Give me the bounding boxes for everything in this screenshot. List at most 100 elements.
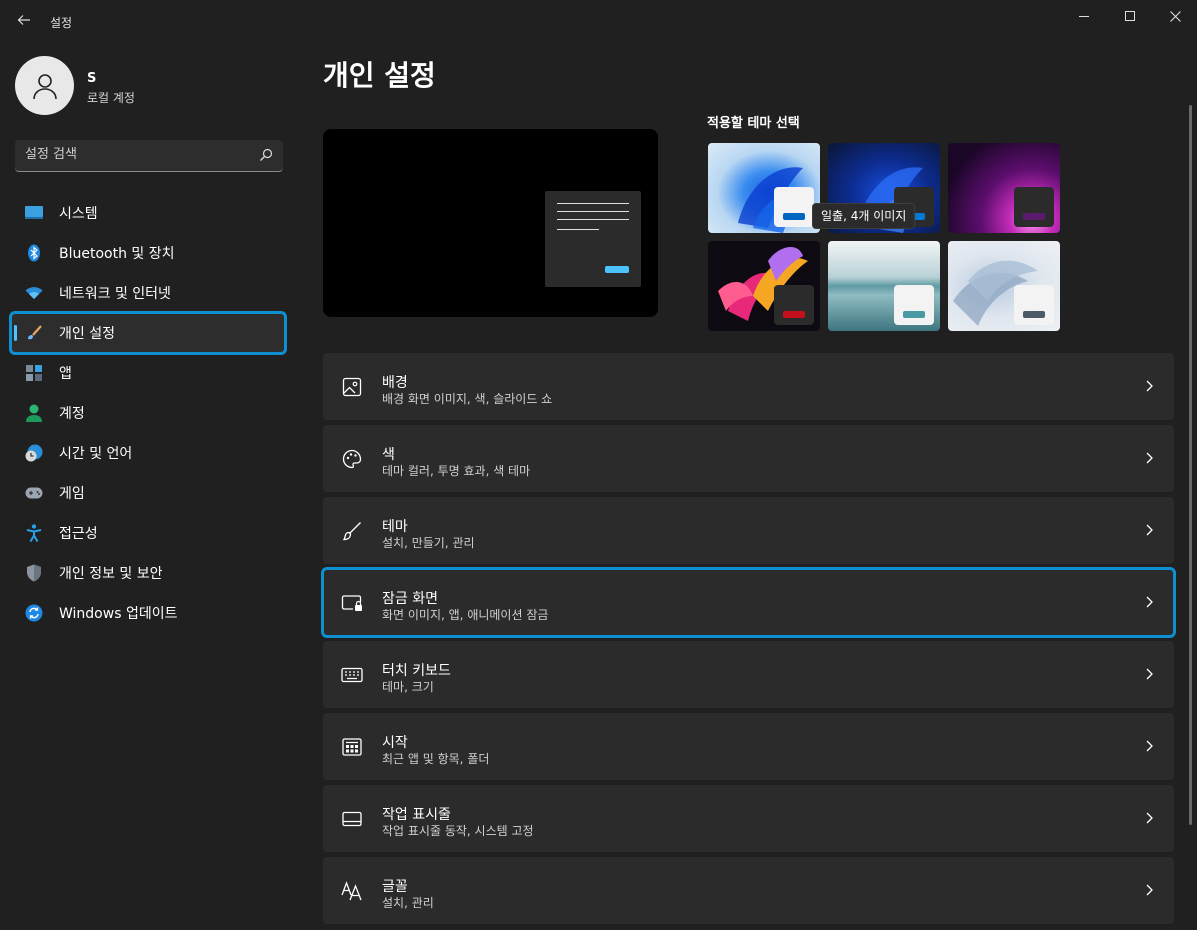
sidebar-item-privacy[interactable]: 개인 정보 및 보안: [11, 553, 285, 593]
preview-line: [557, 229, 599, 230]
user-icon: [32, 73, 57, 99]
card-fonts[interactable]: 글꼴 설치, 관리: [323, 857, 1174, 924]
card-title: 터치 키보드: [382, 663, 451, 679]
minimize-icon: [1079, 15, 1089, 17]
card-subtitle: 화면 이미지, 앱, 애니메이션 잠금: [382, 608, 549, 622]
card-subtitle: 설치, 관리: [382, 896, 434, 910]
card-touch-keyboard[interactable]: 터치 키보드 테마, 크기: [323, 641, 1174, 708]
back-button[interactable]: [12, 10, 36, 34]
back-arrow-icon: [17, 15, 30, 25]
theme-chip: [1014, 187, 1054, 227]
sidebar-item-gaming[interactable]: 게임: [11, 473, 285, 513]
palette-icon: [341, 448, 363, 470]
chevron-right-icon: [1146, 884, 1153, 896]
preview-window: [545, 191, 641, 287]
card-title: 배경: [382, 375, 408, 391]
settings-list: 배경 배경 화면 이미지, 색, 슬라이드 쇼 색 테마 컬러, 투명 효과, …: [321, 353, 1176, 929]
sidebar-item-bluetooth[interactable]: Bluetooth 및 장치: [11, 233, 285, 273]
minimize-button[interactable]: [1061, 4, 1107, 28]
card-title: 잠금 화면: [382, 591, 438, 607]
card-background[interactable]: 배경 배경 화면 이미지, 색, 슬라이드 쇼: [323, 353, 1174, 420]
maximize-icon: [1125, 11, 1135, 21]
preview-line: [557, 203, 629, 204]
app-title: 설정: [50, 16, 73, 30]
lock-screen-icon: [341, 592, 363, 614]
preview-button: [605, 266, 629, 273]
chevron-right-icon: [1146, 668, 1153, 680]
fonts-icon: [341, 880, 363, 902]
chevron-right-icon: [1146, 812, 1153, 824]
sidebar-item-label: 게임: [59, 486, 85, 502]
sidebar-item-label: Windows 업데이트: [59, 606, 178, 622]
title-bar: 설정: [0, 0, 1197, 44]
system-icon: [25, 204, 43, 222]
theme-flow[interactable]: [948, 241, 1060, 331]
theme-captured-motion[interactable]: [708, 241, 820, 331]
sidebar-item-system[interactable]: 시스템: [11, 193, 285, 233]
sidebar-item-time-language[interactable]: 시간 및 언어: [11, 433, 285, 473]
card-subtitle: 테마, 크기: [382, 680, 434, 694]
preview-line: [557, 211, 629, 212]
chevron-right-icon: [1146, 380, 1153, 392]
sidebar-item-windows-update[interactable]: Windows 업데이트: [11, 593, 285, 633]
search-box[interactable]: [15, 140, 283, 172]
keyboard-icon: [341, 664, 363, 686]
sidebar-item-label: 계정: [59, 406, 85, 422]
theme-chip: [774, 187, 814, 227]
sidebar-item-accessibility[interactable]: 접근성: [11, 513, 285, 553]
card-subtitle: 배경 화면 이미지, 색, 슬라이드 쇼: [382, 392, 553, 406]
card-start[interactable]: 시작 최근 앱 및 항목, 폴더: [323, 713, 1174, 780]
brush-icon: [25, 324, 43, 342]
time-language-icon: [25, 444, 43, 462]
theme-sunrise[interactable]: [828, 241, 940, 331]
card-lock-screen[interactable]: 잠금 화면 화면 이미지, 앱, 애니메이션 잠금: [321, 567, 1176, 638]
theme-preview: [323, 129, 658, 317]
sidebar-item-personalization[interactable]: 개인 설정: [9, 311, 287, 355]
card-subtitle: 테마 컬러, 투명 효과, 색 테마: [382, 464, 531, 478]
theme-chip: [1014, 285, 1054, 325]
search-input[interactable]: [25, 147, 245, 162]
card-colors[interactable]: 색 테마 컬러, 투명 효과, 색 테마: [323, 425, 1174, 492]
theme-accent-bar: [783, 213, 805, 220]
close-icon: [1169, 10, 1181, 22]
bluetooth-icon: [25, 244, 43, 262]
theme-accent-bar: [783, 311, 805, 318]
chevron-right-icon: [1146, 452, 1153, 464]
page-title: 개인 설정: [323, 59, 436, 92]
theme-accent-bar: [1023, 213, 1045, 220]
update-icon: [25, 604, 43, 622]
theme-chip: [774, 285, 814, 325]
sidebar-item-network[interactable]: 네트워크 및 인터넷: [11, 273, 285, 313]
chevron-right-icon: [1146, 524, 1153, 536]
theme-glow[interactable]: [948, 143, 1060, 233]
sidebar-item-apps[interactable]: 앱: [11, 353, 285, 393]
card-title: 글꼴: [382, 879, 408, 895]
sidebar-item-label: 접근성: [59, 526, 98, 542]
card-title: 작업 표시줄: [382, 807, 451, 823]
chevron-right-icon: [1146, 596, 1153, 608]
sidebar-item-label: 앱: [59, 366, 72, 382]
card-subtitle: 작업 표시줄 동작, 시스템 고정: [382, 824, 534, 838]
account-type: 로컬 계정: [87, 91, 135, 105]
start-icon: [341, 736, 363, 758]
card-subtitle: 최근 앱 및 항목, 폴더: [382, 752, 490, 766]
sidebar-item-label: 개인 설정: [59, 326, 115, 342]
card-taskbar[interactable]: 작업 표시줄 작업 표시줄 동작, 시스템 고정: [323, 785, 1174, 852]
sidebar-item-label: 네트워크 및 인터넷: [59, 286, 171, 302]
sidebar-item-label: Bluetooth 및 장치: [59, 246, 175, 262]
card-title: 테마: [382, 519, 408, 535]
card-themes[interactable]: 테마 설치, 만들기, 관리: [323, 497, 1174, 564]
theme-accent-bar: [1023, 311, 1045, 318]
accessibility-icon: [25, 524, 43, 542]
avatar[interactable]: [15, 56, 74, 115]
theme-windows-light[interactable]: [708, 143, 820, 233]
user-name: S: [87, 71, 97, 86]
scrollbar[interactable]: [1189, 105, 1192, 825]
preview-line: [557, 219, 629, 220]
account-icon: [25, 404, 43, 422]
search-icon[interactable]: [259, 148, 273, 162]
maximize-button[interactable]: [1107, 4, 1153, 28]
taskbar-icon: [341, 808, 363, 830]
close-button[interactable]: [1152, 4, 1197, 28]
sidebar-item-accounts[interactable]: 계정: [11, 393, 285, 433]
